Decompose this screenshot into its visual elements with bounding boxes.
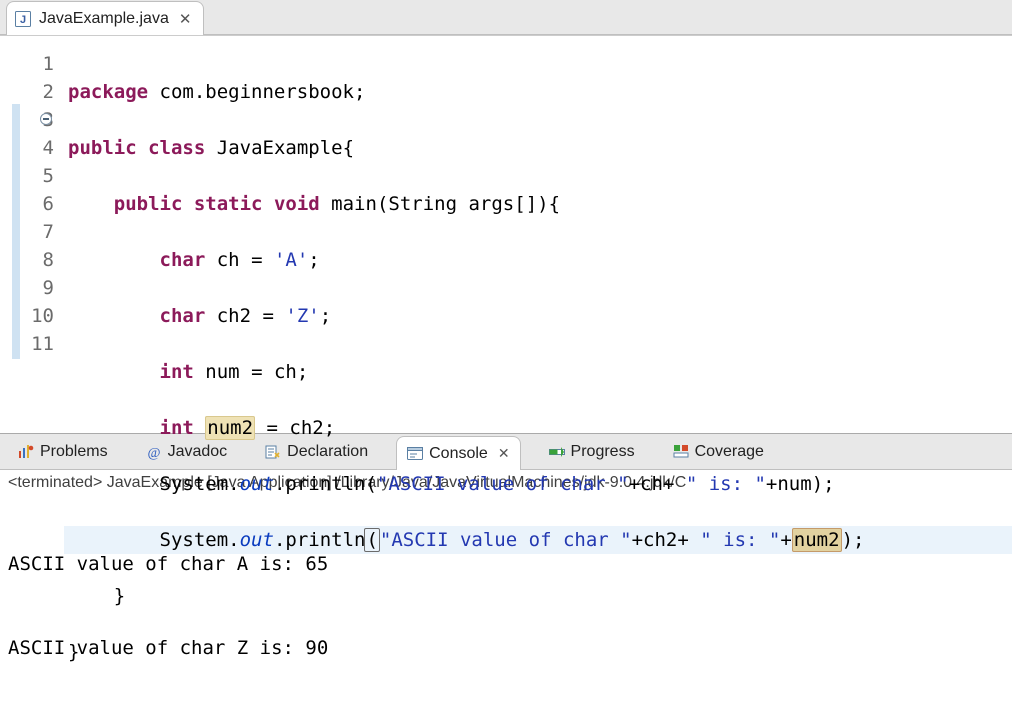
fold-stripe <box>12 104 20 359</box>
editor-tabbar: J JavaExample.java ✕ <box>0 0 1012 35</box>
code-line: System.out.println("ASCII value of char … <box>68 470 1012 498</box>
close-tab-icon[interactable]: ✕ <box>498 445 510 462</box>
editor-tab-label: JavaExample.java <box>39 10 169 28</box>
bracket-match-indicator: ( <box>364 528 379 552</box>
code-line: int num2 = ch2; <box>68 414 1012 442</box>
console-icon <box>407 446 423 462</box>
code-line: } <box>68 582 1012 610</box>
code-line: public class JavaExample{ <box>68 134 1012 162</box>
code-line: char ch = 'A'; <box>68 246 1012 274</box>
svg-text:J: J <box>20 14 26 26</box>
editor-tab-active[interactable]: J JavaExample.java ✕ <box>6 1 204 35</box>
java-file-icon: J <box>15 11 31 27</box>
fold-toggle-icon[interactable] <box>40 113 52 125</box>
code-line: package com.beginnersbook; <box>68 78 1012 106</box>
tab-label: Console <box>429 445 488 463</box>
problems-icon <box>18 444 34 460</box>
close-tab-icon[interactable]: ✕ <box>177 10 194 28</box>
gutter: 1 2 3 4 5 6 7 8 9 10 11 <box>0 36 64 407</box>
code-line: } <box>68 638 1012 666</box>
code-line: public static void main(String args[]){ <box>68 190 1012 218</box>
code-line-current: System.out.println("ASCII value of char … <box>64 526 1012 554</box>
code-line: char ch2 = 'Z'; <box>68 302 1012 330</box>
occurrence-mark: num2 <box>792 528 842 552</box>
occurrence-mark: num2 <box>205 416 255 440</box>
code-area[interactable]: package com.beginnersbook; public class … <box>64 36 1012 407</box>
code-line: int num = ch; <box>68 358 1012 386</box>
tab-console[interactable]: Console ✕ <box>396 436 520 470</box>
code-editor[interactable]: 1 2 3 4 5 6 7 8 9 10 11 package com.begi… <box>0 35 1012 407</box>
